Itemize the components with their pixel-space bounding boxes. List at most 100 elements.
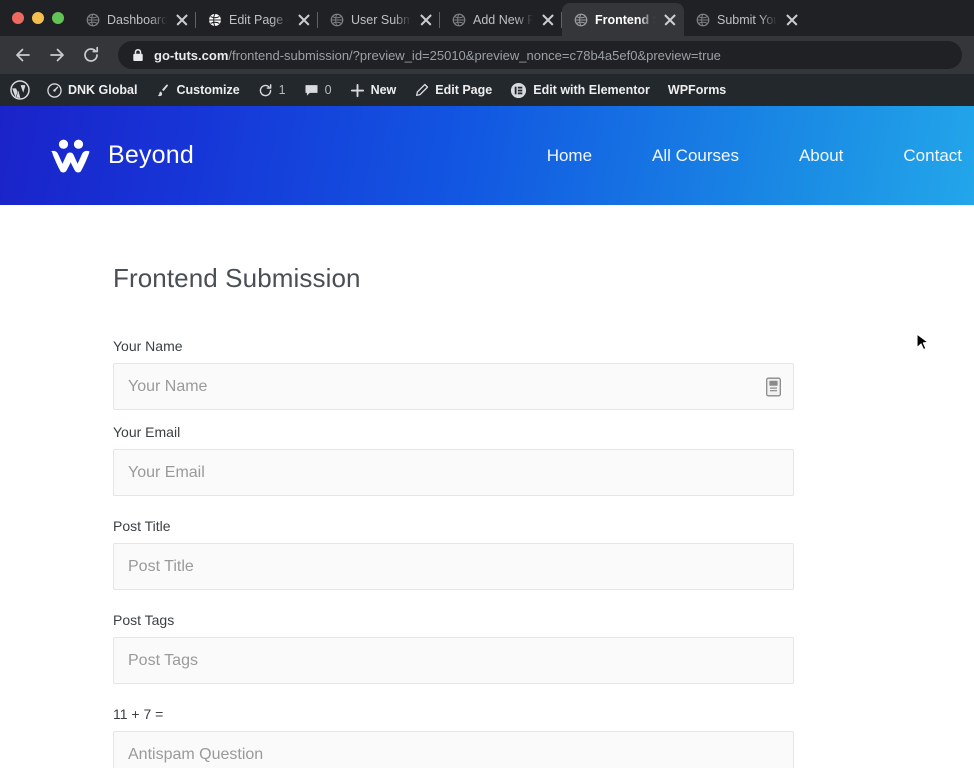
adminbar-label: Edit with Elementor bbox=[533, 83, 650, 97]
arrow-left-icon bbox=[16, 48, 30, 62]
elementor-icon bbox=[511, 82, 527, 98]
globe-icon bbox=[209, 13, 221, 26]
address-bar[interactable]: go-tuts.com/frontend-submission/?preview… bbox=[118, 41, 962, 69]
adminbar-item-site-name[interactable]: DNK Global bbox=[38, 74, 146, 106]
field-label: Post Tags bbox=[113, 612, 175, 628]
pencil-icon bbox=[416, 83, 429, 96]
page-content: Frontend Submission Your Name Your Name bbox=[0, 205, 974, 768]
browser-tab-4-active[interactable]: Frontend Sub bbox=[562, 3, 684, 36]
tab-title: Dashboard ‹ D bbox=[107, 12, 167, 27]
adminbar-label: DNK Global bbox=[68, 83, 138, 97]
browser-window: Dashboard ‹ D Edit Page ‹ D bbox=[0, 0, 974, 768]
tab-title: Frontend Sub bbox=[595, 12, 655, 27]
tab-close-icon[interactable] bbox=[662, 12, 678, 28]
field-label: Your Name bbox=[113, 338, 183, 354]
tab-close-icon[interactable] bbox=[540, 12, 556, 28]
antispam-answer-input[interactable]: Antispam Question bbox=[113, 731, 794, 768]
browser-toolbar: go-tuts.com/frontend-submission/?preview… bbox=[0, 36, 974, 74]
reload-button[interactable] bbox=[76, 40, 106, 70]
window-close-button[interactable] bbox=[12, 12, 24, 24]
globe-icon bbox=[452, 13, 466, 26]
adminbar-item-wpforms[interactable]: WPForms bbox=[659, 74, 735, 106]
window-minimize-button[interactable] bbox=[32, 12, 44, 24]
tab-close-icon[interactable] bbox=[784, 12, 800, 28]
site-canvas: Beyond Home All Courses About Contact Fr… bbox=[0, 106, 974, 768]
adminbar-item-updates[interactable]: 1 bbox=[249, 74, 295, 106]
window-traffic-lights bbox=[8, 0, 74, 36]
tab-close-icon[interactable] bbox=[418, 12, 434, 28]
update-icon bbox=[259, 83, 272, 96]
adminbar-item-edit-with-elementor[interactable]: Edit with Elementor bbox=[501, 74, 659, 106]
adminbar-label: Customize bbox=[176, 83, 240, 97]
adminbar-item-comments[interactable]: 0 bbox=[295, 74, 341, 106]
adminbar-update-count: 1 bbox=[278, 83, 286, 97]
tab-close-icon[interactable] bbox=[174, 12, 190, 28]
paintbrush-icon bbox=[158, 84, 169, 96]
browser-chrome: Dashboard ‹ D Edit Page ‹ D bbox=[0, 0, 974, 74]
field-placeholder: Your Name bbox=[128, 377, 208, 395]
browser-tab-1[interactable]: Edit Page ‹ D bbox=[196, 3, 318, 36]
tab-title: Edit Page ‹ D bbox=[229, 12, 289, 27]
adminbar-comment-count: 0 bbox=[324, 83, 332, 97]
dashboard-icon bbox=[47, 82, 62, 98]
post-title-input[interactable]: Post Title bbox=[113, 543, 794, 590]
adminbar-item-customize[interactable]: Customize bbox=[146, 74, 248, 106]
tab-title: Add New Page bbox=[473, 12, 533, 27]
adminbar-item-edit-page[interactable]: Edit Page bbox=[405, 74, 501, 106]
adminbar-label: Edit Page bbox=[435, 83, 493, 97]
url-path: /frontend-submission/?preview_id=25010&p… bbox=[228, 47, 721, 63]
post-tags-input[interactable]: Post Tags bbox=[113, 637, 794, 684]
wordpress-logo-menu[interactable] bbox=[4, 74, 38, 106]
field-placeholder: Post Tags bbox=[128, 651, 198, 669]
tab-title: User Submitte bbox=[351, 12, 411, 27]
autofill-contact-card-icon[interactable] bbox=[766, 377, 781, 396]
window-zoom-button[interactable] bbox=[52, 12, 64, 24]
comment-icon bbox=[305, 84, 318, 96]
globe-icon bbox=[86, 13, 100, 26]
page-title: Frontend Submission bbox=[113, 263, 361, 293]
lock-icon bbox=[133, 48, 143, 61]
adminbar-label: WPForms bbox=[667, 83, 727, 97]
field-label: Your Email bbox=[113, 424, 181, 440]
your-email-input[interactable]: Your Email bbox=[113, 449, 794, 496]
url-host: go-tuts.com bbox=[154, 47, 229, 63]
wordpress-logo-icon bbox=[10, 80, 30, 100]
arrow-right-icon bbox=[50, 48, 64, 62]
tabs: Dashboard ‹ D Edit Page ‹ D bbox=[74, 0, 974, 36]
form-field-post-tags: Post Tags Post Tags bbox=[113, 612, 913, 684]
your-name-input[interactable]: Your Name bbox=[113, 363, 794, 410]
browser-tab-5[interactable]: Submit Your P bbox=[684, 3, 806, 36]
nav-link-contact[interactable]: Contact bbox=[873, 146, 974, 166]
site-brand[interactable]: Beyond bbox=[48, 139, 194, 173]
nav-link-home[interactable]: Home bbox=[517, 146, 622, 166]
site-primary-nav: Home All Courses About Contact bbox=[517, 106, 974, 205]
nav-link-about[interactable]: About bbox=[769, 146, 873, 166]
globe-icon bbox=[330, 13, 344, 26]
site-brand-name: Beyond bbox=[108, 141, 194, 169]
reload-icon bbox=[84, 46, 99, 62]
browser-tab-2[interactable]: User Submitte bbox=[318, 3, 440, 36]
url-text: go-tuts.com/frontend-submission/?preview… bbox=[154, 48, 721, 63]
content-inner: Frontend Submission Your Name Your Name bbox=[113, 205, 913, 768]
form-field-your-email: Your Email Your Email bbox=[113, 424, 913, 496]
antispam-question-label: 11 + 7 = bbox=[113, 706, 164, 722]
forward-button[interactable] bbox=[42, 40, 72, 70]
wordpress-admin-bar: DNK Global Customize 1 0 New Edit Page E… bbox=[0, 74, 974, 106]
form-field-post-title: Post Title Post Title bbox=[113, 518, 913, 590]
page-viewport: Beyond Home All Courses About Contact Fr… bbox=[0, 106, 974, 768]
adminbar-label: New bbox=[370, 83, 397, 97]
field-placeholder: Your Email bbox=[128, 463, 205, 481]
back-button[interactable] bbox=[8, 40, 38, 70]
browser-tab-0[interactable]: Dashboard ‹ D bbox=[74, 3, 196, 36]
nav-link-all-courses[interactable]: All Courses bbox=[622, 146, 769, 166]
form-field-antispam: 11 + 7 = Antispam Question bbox=[113, 706, 913, 768]
field-placeholder: Post Title bbox=[128, 557, 194, 575]
browser-tab-3[interactable]: Add New Page bbox=[440, 3, 562, 36]
tab-close-icon[interactable] bbox=[296, 12, 312, 28]
form-field-your-name: Your Name Your Name bbox=[113, 338, 913, 410]
tab-title: Submit Your P bbox=[717, 12, 777, 27]
frontend-submission-form: Your Name Your Name Your Email Your Emai… bbox=[113, 338, 913, 768]
adminbar-item-new[interactable]: New bbox=[341, 74, 406, 106]
plus-icon bbox=[350, 83, 364, 97]
globe-icon bbox=[574, 13, 588, 26]
